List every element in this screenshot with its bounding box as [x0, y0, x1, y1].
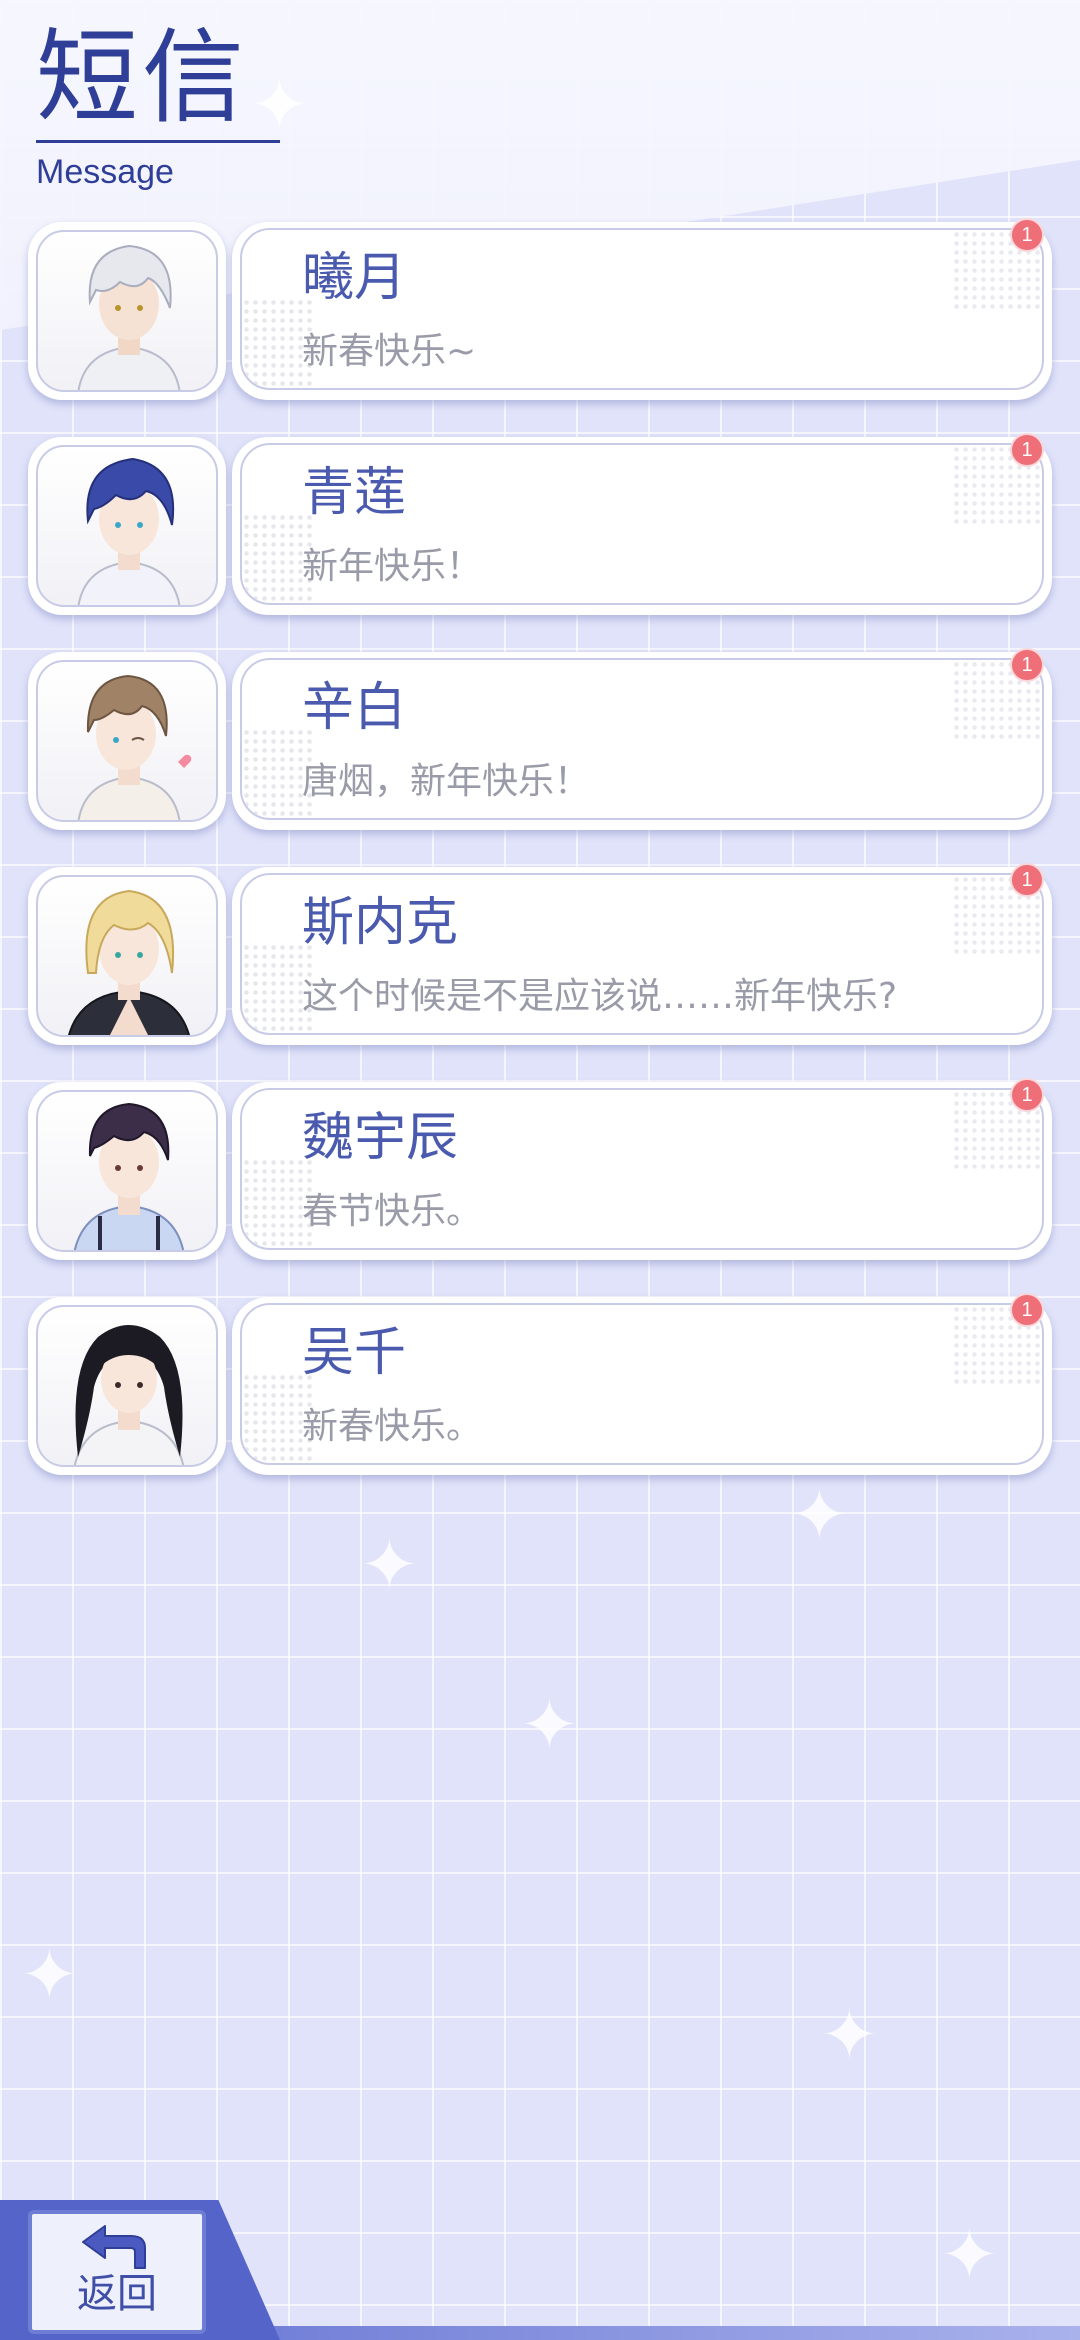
contact-name: 辛白: [302, 678, 407, 738]
sparkle-icon: ✦: [360, 1524, 419, 1606]
avatar-blue-hair-icon: [77, 457, 181, 605]
avatar-blond-hair-icon: [68, 889, 190, 1035]
contact-name: 青莲: [302, 463, 407, 523]
unread-badge: 1: [1010, 433, 1044, 467]
contact-name: 斯内克: [302, 893, 459, 953]
bottom-bar: 返回: [0, 2190, 1080, 2340]
avatar[interactable]: [28, 222, 226, 400]
list-item[interactable]: 青莲 新年快乐！ 1: [28, 433, 1058, 615]
avatar-brown-hair-icon: [77, 674, 192, 820]
message-preview: 新春快乐~: [302, 331, 477, 372]
sparkle-icon: ✦: [520, 1684, 579, 1766]
unread-badge: 1: [1010, 1293, 1044, 1327]
message-preview: 春节快乐。: [302, 1191, 483, 1232]
title-underline: [36, 140, 280, 143]
list-item[interactable]: 斯内克 这个时候是不是应该说……新年快乐? 1: [28, 863, 1058, 1045]
message-card[interactable]: 辛白 唐烟，新年快乐！ 1: [232, 648, 1052, 830]
message-preview: 唐烟，新年快乐！: [302, 761, 591, 802]
list-item[interactable]: 辛白 唐烟，新年快乐！ 1: [28, 648, 1058, 830]
back-arrow-icon: [82, 2225, 146, 2269]
avatar[interactable]: [28, 867, 226, 1045]
avatar-long-black-hair-icon: [73, 1325, 185, 1465]
contact-name: 魏宇辰: [302, 1108, 459, 1168]
unread-badge: 1: [1010, 1078, 1044, 1112]
list-item[interactable]: 曦月 新春快乐~ 1: [28, 218, 1058, 400]
back-label: 返回: [77, 2271, 157, 2317]
sparkle-icon: ✦: [20, 1934, 79, 2016]
page-header: 短信 Message: [36, 28, 280, 192]
contact-name: 吴千: [302, 1323, 407, 1383]
page-subtitle: Message: [36, 153, 174, 191]
page-title: 短信: [36, 19, 248, 138]
unread-badge: 1: [1010, 218, 1044, 252]
avatar[interactable]: [28, 437, 226, 615]
contact-name: 曦月: [302, 248, 407, 308]
message-preview: 新年快乐！: [302, 546, 483, 587]
message-card[interactable]: 斯内克 这个时候是不是应该说……新年快乐? 1: [232, 863, 1052, 1045]
message-card[interactable]: 青莲 新年快乐！ 1: [232, 433, 1052, 615]
unread-badge: 1: [1010, 648, 1044, 682]
message-preview: 这个时候是不是应该说……新年快乐?: [302, 976, 898, 1017]
sparkle-icon: ✦: [820, 1994, 879, 2076]
message-card[interactable]: 吴千 新春快乐。 1: [232, 1293, 1052, 1475]
message-list: 曦月 新春快乐~ 1 青莲 新年快乐！ 1 辛白 唐烟，新年快乐！ 1 斯内克 …: [28, 218, 1058, 1512]
avatar-dark-hair-icon: [73, 1102, 185, 1250]
message-card[interactable]: 魏宇辰 春节快乐。 1: [232, 1078, 1052, 1260]
list-item[interactable]: 吴千 新春快乐。 1: [28, 1293, 1058, 1475]
back-button[interactable]: 返回: [28, 2210, 206, 2334]
avatar-silver-hair-icon: [77, 244, 181, 390]
avatar[interactable]: [28, 1082, 226, 1260]
list-item[interactable]: 魏宇辰 春节快乐。 1: [28, 1078, 1058, 1260]
message-card[interactable]: 曦月 新春快乐~ 1: [232, 218, 1052, 400]
avatar[interactable]: [28, 652, 226, 830]
unread-badge: 1: [1010, 863, 1044, 897]
message-preview: 新春快乐。: [302, 1406, 483, 1447]
avatar[interactable]: [28, 1297, 226, 1475]
